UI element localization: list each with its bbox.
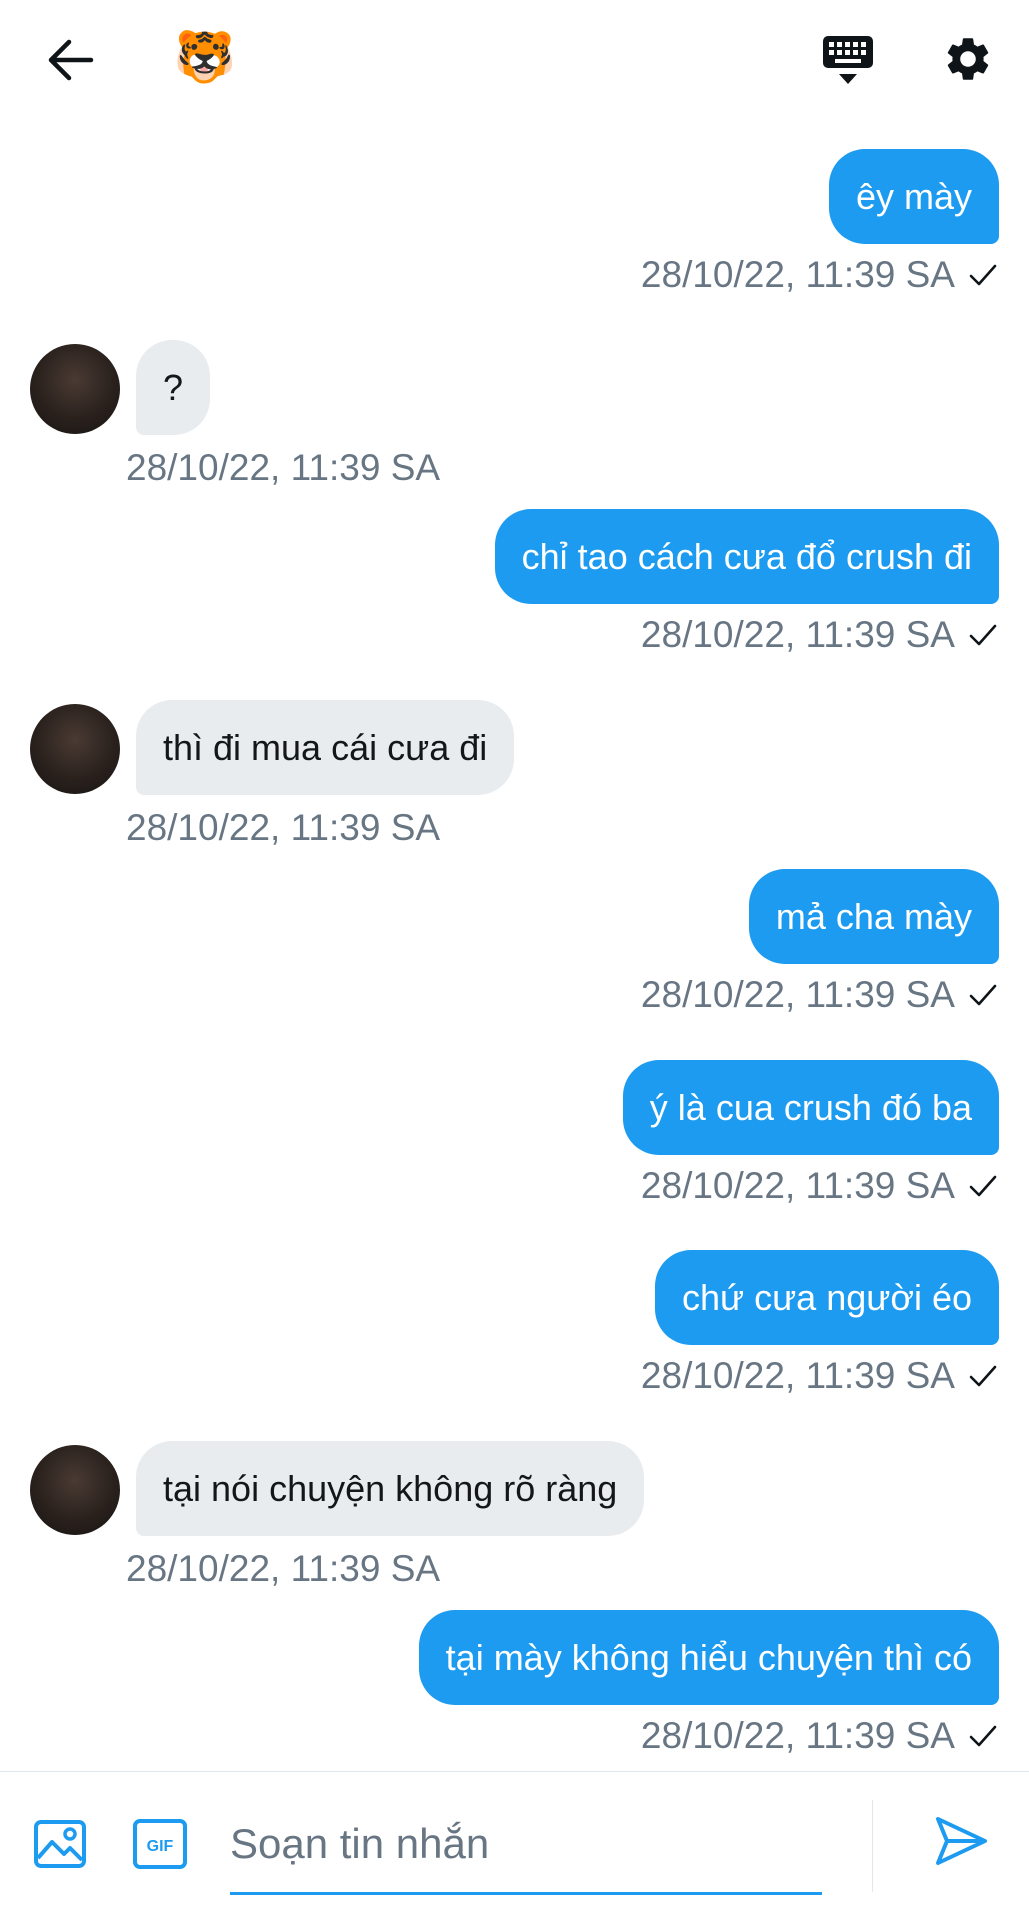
svg-text:GIF: GIF (147, 1838, 174, 1855)
avatar[interactable] (30, 344, 120, 434)
sent-message-bubble[interactable]: êy mày (828, 149, 999, 244)
message-composer: GIF (0, 1771, 1029, 1921)
top-bar: 🐯 (0, 0, 1029, 118)
check-icon (969, 624, 997, 646)
avatar[interactable] (30, 1445, 120, 1535)
sent-message-bubble[interactable]: mả cha mày (748, 869, 999, 964)
composer-divider (872, 1800, 873, 1892)
message-timestamp: 28/10/22, 11:39 SA (126, 807, 441, 848)
received-message-bubble[interactable]: ? (136, 340, 211, 435)
back-button[interactable] (38, 28, 104, 92)
tiger-emoji-icon: 🐯 (173, 29, 237, 85)
message-timestamp: 28/10/22, 11:39 SA (640, 614, 955, 655)
send-button[interactable] (930, 1810, 992, 1872)
message-meta: 28/10/22, 11:39 SA (641, 1164, 999, 1208)
message-meta: 28/10/22, 11:39 SA (641, 1714, 999, 1758)
sent-message-bubble[interactable]: ý là cua crush đó ba (622, 1060, 999, 1155)
conversation-avatar[interactable]: 🐯 (172, 24, 238, 90)
received-message-bubble[interactable]: tại nói chuyện không rõ ràng (136, 1441, 645, 1536)
check-icon (969, 1365, 997, 1387)
message-timestamp: 28/10/22, 11:39 SA (640, 974, 955, 1015)
check-icon (969, 1175, 997, 1197)
check-icon (969, 264, 997, 286)
keyboard-toggle-button[interactable] (815, 26, 881, 92)
message-timestamp: 28/10/22, 11:39 SA (640, 1355, 955, 1396)
sent-message-bubble[interactable]: chứ cưa người éo (654, 1250, 999, 1345)
message-meta: 28/10/22, 11:39 SA (641, 253, 999, 297)
message-timestamp: 28/10/22, 11:39 SA (640, 1165, 955, 1206)
add-gif-button[interactable]: GIF (130, 1814, 190, 1874)
message-meta: 28/10/22, 11:39 SA (641, 973, 999, 1017)
message-input[interactable] (230, 1796, 822, 1895)
message-timestamp: 28/10/22, 11:39 SA (640, 1715, 955, 1756)
settings-button[interactable] (935, 26, 1001, 92)
check-icon (969, 1725, 997, 1747)
message-timestamp: 28/10/22, 11:39 SA (640, 254, 955, 295)
message-timestamp: 28/10/22, 11:39 SA (126, 447, 441, 488)
gear-icon (947, 38, 989, 80)
message-meta: 28/10/22, 11:39 SA (641, 1354, 999, 1398)
image-icon (34, 1820, 86, 1868)
sent-message-bubble[interactable]: chỉ tao cách cưa đổ crush đi (494, 509, 999, 604)
keyboard-icon (823, 36, 873, 84)
send-icon (936, 1817, 987, 1865)
message-timestamp: 28/10/22, 11:39 SA (126, 1548, 441, 1589)
sent-message-bubble[interactable]: tại mày không hiểu chuyện thì có (418, 1610, 999, 1705)
check-icon (969, 984, 997, 1006)
received-message-bubble[interactable]: thì đi mua cái cưa đi (136, 700, 515, 795)
add-image-button[interactable] (30, 1814, 90, 1874)
gif-icon: GIF (133, 1819, 187, 1869)
avatar[interactable] (30, 704, 120, 794)
arrow-left-icon (48, 39, 94, 81)
message-meta: 28/10/22, 11:39 SA (641, 613, 999, 657)
